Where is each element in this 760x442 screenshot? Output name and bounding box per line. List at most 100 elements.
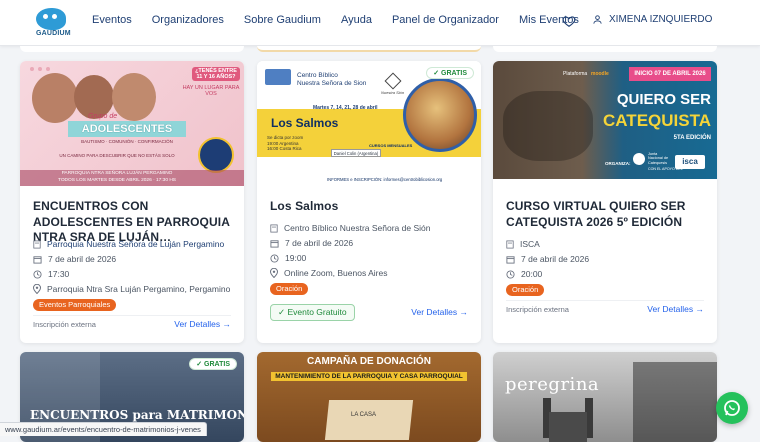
parish-seal-icon — [198, 137, 234, 173]
image-platform: Plataforma — [563, 71, 587, 77]
event-card-adolescentes[interactable]: ¿TENÉS ENTRE 11 Y 16 AÑOS? HAY UN LUGAR … — [20, 61, 244, 343]
free-badge: ✓ GRATIS — [426, 67, 474, 79]
event-time: 17:30 — [33, 269, 69, 279]
time-text: 19:00 — [285, 253, 306, 263]
image-headline: ENCUENTROS para MATRIMONIOS — [30, 408, 244, 422]
ver-detalles-link[interactable]: Ver Detalles → — [174, 319, 231, 329]
event-card-salmos[interactable]: Centro Bíblico Nuestra Señora de Sion Nu… — [257, 61, 481, 343]
pilgrim-photo — [633, 362, 717, 442]
image-info: INFORMES e INSCRIPCIÓN: informes@centrob… — [327, 177, 442, 182]
event-title[interactable]: CURSO VIRTUAL QUIERO SER CATEQUISTA 2026… — [506, 199, 706, 230]
organizer-name[interactable]: Centro Bíblico Nuestra Señora de Sión — [284, 223, 430, 233]
image-org-line: Nuestra Señora de Sion — [297, 80, 366, 87]
category-tag[interactable]: Oración — [270, 283, 308, 295]
hands-photo — [503, 91, 593, 161]
nav-item-eventos[interactable]: Eventos — [92, 14, 132, 26]
image-edition: 5TA EDICIÓN — [643, 135, 711, 141]
gaudium-logo[interactable]: GAUDIUM — [34, 6, 72, 40]
psalmist-illustration — [403, 78, 477, 152]
image-line: PARROQUIA NTRA SEÑORA LUJÁN PERGAMINO — [32, 171, 202, 176]
organizer-name[interactable]: ISCA — [520, 239, 540, 249]
user-name: XIMENA IZNQUIERDO — [609, 14, 712, 25]
whatsapp-chat-button[interactable] — [716, 392, 748, 424]
event-time: 20:00 — [506, 269, 542, 279]
category-tag[interactable]: Eventos Parroquiales — [33, 299, 116, 311]
image-isca-logo: isca — [675, 155, 705, 169]
free-event-badge: ✓ Evento Gratuito — [270, 304, 355, 321]
image-zoom: Se dicta por zoom — [267, 135, 307, 141]
date-text: 7 de abril de 2026 — [521, 254, 589, 264]
free-badge: ✓ GRATIS — [189, 358, 237, 370]
image-organiza: ORGANIZA: — [605, 161, 631, 166]
event-time: 19:00 — [270, 253, 306, 263]
event-organizer: Parroquia Nuestra Señora de Luján Pergam… — [33, 239, 224, 249]
image-headline: peregrina — [505, 374, 599, 395]
image-org-line: Centro Bíblico — [297, 72, 338, 79]
event-title[interactable]: Los Salmos — [270, 199, 470, 215]
logo-text: GAUDIUM — [36, 30, 71, 37]
house-illustration — [325, 400, 413, 440]
card-divider — [506, 300, 704, 301]
external-registration: Inscripción externa — [506, 305, 569, 314]
ver-detalles-link[interactable]: Ver Detalles → — [647, 304, 704, 314]
clock-icon — [33, 270, 42, 279]
carousel-dots — [30, 67, 60, 71]
top-navbar: GAUDIUM Eventos Organizadores Sobre Gaud… — [0, 0, 760, 46]
image-banner: INICIO 07 DE ABRIL 2026 — [629, 67, 711, 81]
event-image: CAMPAÑA DE DONACIÓN MANTENIMIENTO DE LA … — [257, 352, 481, 442]
event-card-donacion[interactable]: CAMPAÑA DE DONACIÓN MANTENIMIENTO DE LA … — [257, 352, 481, 442]
previous-card-edge — [20, 46, 244, 52]
image-subline: MANTENIMIENTO DE LA PARROQUIA Y CASA PAR… — [271, 372, 467, 381]
previous-card-edge — [493, 46, 717, 52]
event-card-peregrina[interactable]: peregrina — [493, 352, 717, 442]
bible-center-logo-icon — [265, 69, 291, 85]
external-registration: Inscripción externa — [33, 320, 96, 329]
event-location: Parroquia Ntra Sra Luján Pergamino, Perg… — [33, 284, 230, 294]
image-sion-label: Nuestra Sión — [381, 90, 404, 95]
image-headline: QUIERO SER — [601, 91, 711, 108]
event-image: ¿TENÉS ENTRE 11 Y 16 AÑOS? HAY UN LUGAR … — [20, 61, 244, 186]
event-image: Plataforma moodle INICIO 07 DE ABRIL 202… — [493, 61, 717, 179]
location-text: Online Zoom, Buenos Aires — [284, 268, 387, 278]
photo-person — [32, 73, 78, 123]
image-kicker: Grupo de — [88, 113, 117, 120]
image-junta-line: Catequesis — [648, 161, 668, 165]
event-card-catequista[interactable]: Plataforma moodle INICIO 07 DE ABRIL 202… — [493, 61, 717, 343]
logo-eye-icon — [52, 14, 57, 19]
image-line: TODOS LOS MARTES DESDE ABRIL 2026 · 17:3… — [32, 178, 202, 183]
nav-item-ayuda[interactable]: Ayuda — [341, 14, 372, 26]
event-date: 7 de abril de 2026 — [33, 254, 116, 264]
image-headline: CATEQUISTA — [583, 111, 711, 131]
favorites-heart-icon[interactable] — [562, 14, 576, 28]
image-teacher: Daniel Colin (Argentina) — [331, 149, 381, 157]
ver-detalles-link[interactable]: Ver Detalles → — [411, 307, 468, 317]
calendar-icon — [33, 255, 42, 264]
logo-eye-icon — [43, 14, 48, 19]
calendar-icon — [270, 239, 279, 248]
card-divider — [33, 315, 231, 316]
user-menu[interactable]: XIMENA IZNQUIERDO — [592, 14, 712, 25]
event-organizer: ISCA — [506, 239, 540, 249]
image-headline: ADOLESCENTES — [68, 121, 186, 137]
image-courses: CURSOS MENSUALES — [369, 143, 412, 148]
event-organizer: Centro Bíblico Nuestra Señora de Sión — [270, 223, 430, 233]
logo-mark-icon — [36, 8, 66, 30]
status-bar-url: www.gaudium.ar/events/encuentro-de-matri… — [0, 422, 207, 436]
location-text: Parroquia Ntra Sra Luján Pergamino, Perg… — [47, 284, 230, 294]
image-dates: Martes 7, 14, 21, 28 de abril — [313, 105, 377, 111]
nav-item-panel-organizador[interactable]: Panel de Organizador — [392, 14, 499, 26]
photo-person — [112, 73, 156, 121]
image-tz: 16:00 Costa Rica — [267, 146, 307, 152]
image-moodle: moodle — [591, 71, 609, 77]
image-junta: Junta Nacional de Catequesis — [648, 152, 668, 165]
nav-item-organizadores[interactable]: Organizadores — [152, 14, 224, 26]
clock-icon — [506, 270, 515, 279]
building-icon — [506, 240, 514, 249]
whatsapp-icon — [716, 392, 748, 424]
nav-item-sobre-gaudium[interactable]: Sobre Gaudium — [244, 14, 321, 26]
location-pin-icon — [270, 268, 278, 278]
church-facade — [549, 412, 587, 442]
calendar-icon — [506, 255, 515, 264]
organizer-name[interactable]: Parroquia Nuestra Señora de Luján Pergam… — [47, 239, 224, 249]
category-tag[interactable]: Oración — [506, 284, 544, 296]
